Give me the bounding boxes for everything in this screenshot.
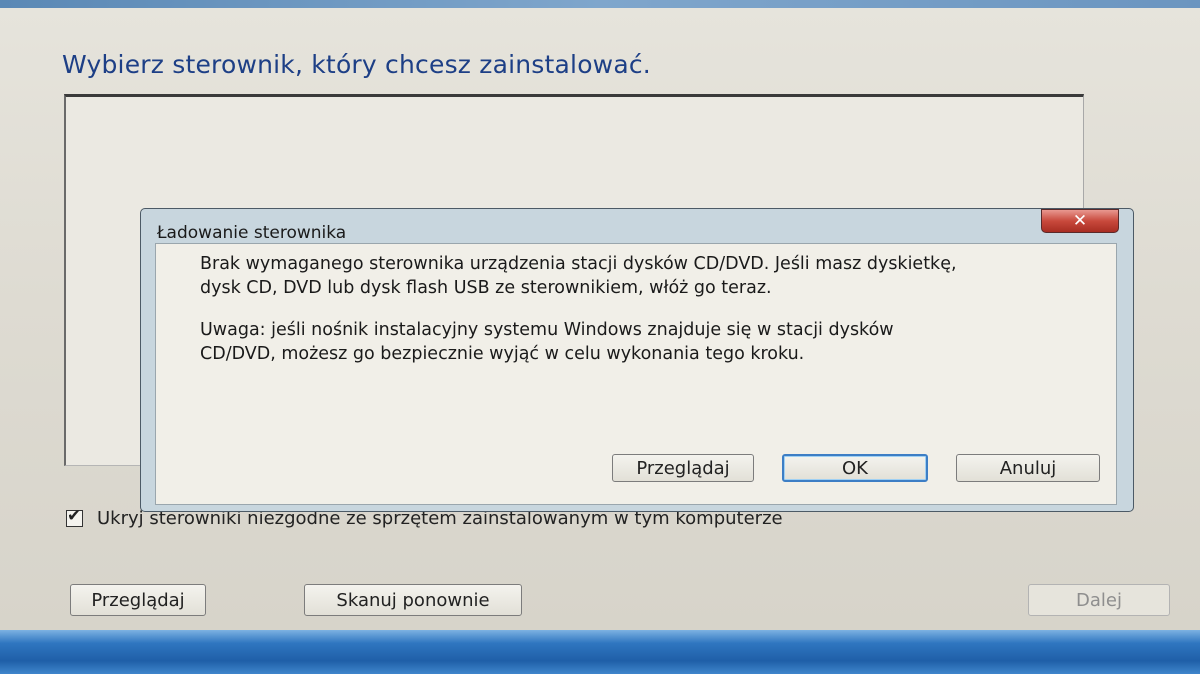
installer-window: Wybierz sterownik, który chcesz zainstal…	[0, 0, 1200, 674]
dialog-cancel-button[interactable]: Anuluj	[956, 454, 1100, 482]
dialog-message-line: Brak wymaganego sterownika urządzenia st…	[200, 254, 957, 274]
dialog-content: Brak wymaganego sterownika urządzenia st…	[155, 243, 1117, 505]
dialog-title: Ładowanie sterownika	[157, 223, 347, 243]
load-driver-dialog: Ładowanie sterownika ✕ Brak wymaganego s…	[140, 208, 1134, 512]
dialog-message-line: dysk CD, DVD lub dysk flash USB ze stero…	[200, 278, 772, 298]
page-title: Wybierz sterownik, który chcesz zainstal…	[62, 50, 651, 79]
rescan-button[interactable]: Skanuj ponownie	[304, 584, 522, 616]
checkbox-check-icon: ✔	[67, 505, 82, 526]
browse-button[interactable]: Przeglądaj	[70, 584, 206, 616]
dialog-close-button[interactable]: ✕	[1041, 209, 1119, 233]
close-icon: ✕	[1072, 210, 1088, 231]
dialog-message-line: Uwaga: jeśli nośnik instalacyjny systemu…	[200, 320, 894, 340]
dialog-ok-button[interactable]: OK	[782, 454, 928, 482]
dialog-message-line: CD/DVD, możesz go bezpiecznie wyjąć w ce…	[200, 344, 805, 364]
dialog-browse-button[interactable]: Przeglądaj	[612, 454, 754, 482]
taskbar	[0, 630, 1200, 674]
hide-incompatible-checkbox[interactable]: ✔	[66, 506, 83, 527]
window-top-bar	[0, 0, 1200, 8]
next-button[interactable]: Dalej	[1028, 584, 1170, 616]
